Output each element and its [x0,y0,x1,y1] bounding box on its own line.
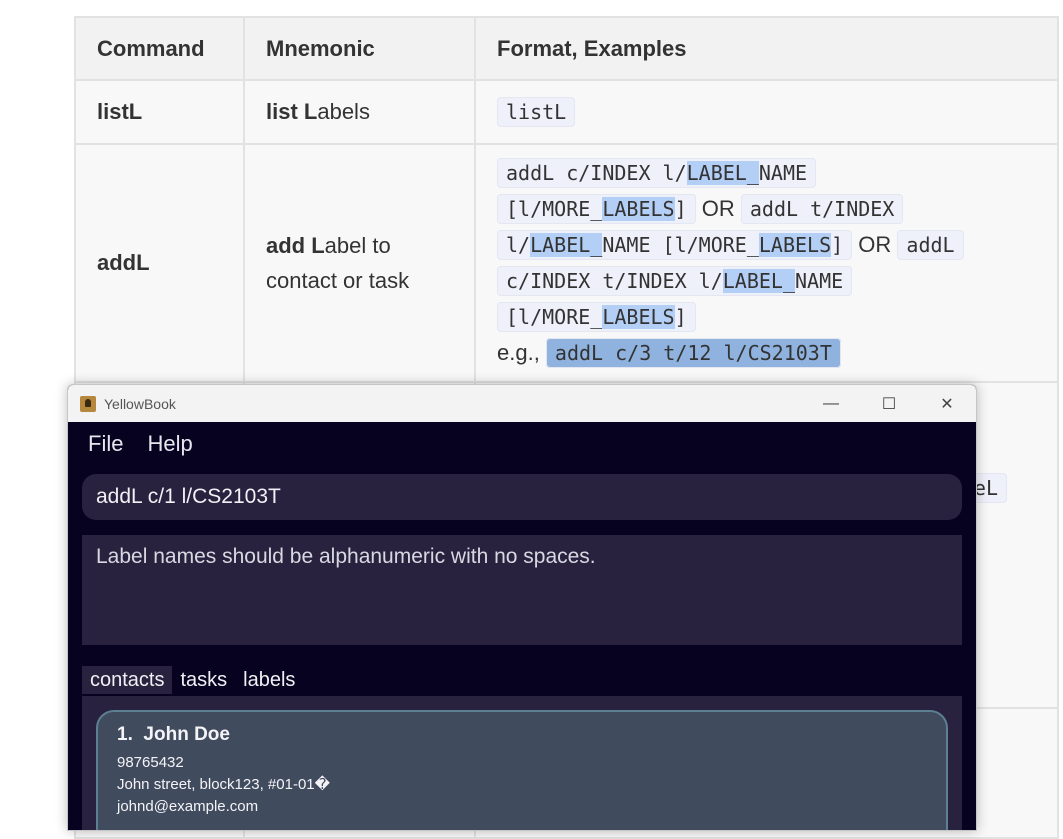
menu-file[interactable]: File [88,431,123,457]
code-snippet: [l/MORE_LABELS] [497,194,696,224]
command-input[interactable]: addL c/1 l/CS2103T [82,474,962,520]
minimize-button[interactable]: — [802,385,860,422]
code-snippet: addL t/INDEX [740,194,904,224]
code-snippet: c/INDEX t/INDEX l/LABEL_NAME [497,266,853,296]
tab-labels[interactable]: labels [235,666,303,694]
contact-phone: 98765432 [117,754,184,771]
cell-format: addL c/INDEX l/LABEL_NAME [l/MORE_LABELS… [474,143,1059,383]
code-snippet: addL c/INDEX l/LABEL_NAME [497,158,817,188]
menu-bar: File Help [68,422,976,466]
cell-command: listL [74,79,245,145]
code-snippet: listL [497,96,576,127]
table-header-row: Command Mnemonic Format, Examples [74,16,1059,81]
yellowbook-window: YellowBook — ☐ ✕ File Help addL c/1 l/CS… [67,384,977,831]
contact-email: johnd@example.com [117,798,259,815]
contact-card[interactable]: 1. John Doe 98765432 John street, block1… [96,710,948,830]
code-example: addL c/3 t/12 l/CS2103T [545,338,841,368]
cell-mnemonic: add Label to contact or task [243,143,476,383]
header-format: Format, Examples [474,16,1059,81]
title-bar[interactable]: YellowBook — ☐ ✕ [68,385,976,422]
window-title: YellowBook [104,395,176,412]
header-mnemonic: Mnemonic [243,16,476,81]
contact-index: 1. [117,724,133,745]
menu-help[interactable]: Help [147,431,192,457]
maximize-button[interactable]: ☐ [860,385,918,422]
code-snippet: l/LABEL_NAME [l/MORE_LABELS] [497,230,853,260]
close-button[interactable]: ✕ [918,385,976,422]
contact-address: John street, block123, #01-01� [117,776,331,793]
table-row: addL add Label to contact or task addL c… [74,143,1059,383]
header-command: Command [74,16,245,81]
cell-mnemonic: list Labels [243,79,476,145]
tab-contacts[interactable]: contacts [82,666,173,694]
cell-format: listL [474,79,1059,145]
contact-name: John Doe [143,724,230,745]
table-row: listL list Labels listL [74,79,1059,145]
code-snippet: addL [897,230,964,260]
cell-command: addL [74,143,245,383]
tab-bar: contacts tasks labels [82,666,303,694]
contact-list[interactable]: 1. John Doe 98765432 John street, block1… [82,696,962,830]
code-snippet: [l/MORE_LABELS] [497,302,696,332]
result-display: Label names should be alphanumeric with … [82,535,962,645]
app-icon [80,395,96,412]
tab-tasks[interactable]: tasks [172,666,235,694]
